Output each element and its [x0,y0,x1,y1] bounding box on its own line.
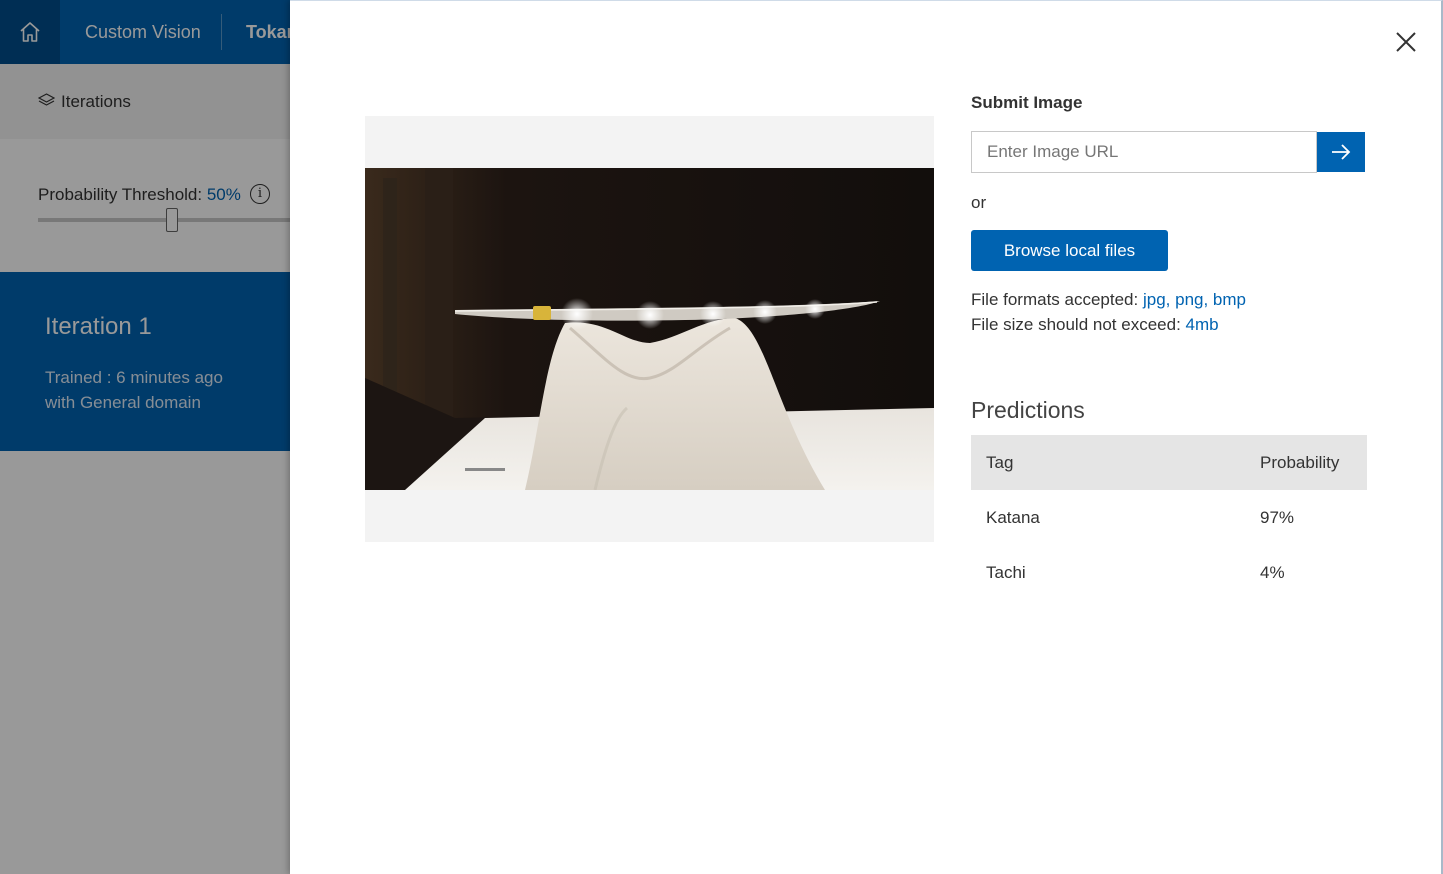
table-row: Tachi 4% [971,545,1367,600]
browse-local-files-button[interactable]: Browse local files [971,230,1168,271]
test-image-katana-photo [365,168,934,490]
prediction-tag: Tachi [986,563,1026,582]
predictions-table-header: Tag Probability [971,435,1367,490]
column-header-probability: Probability [1260,453,1340,472]
submit-image-title: Submit Image [971,93,1083,112]
file-size-label: File size should not exceed: [971,315,1181,334]
prediction-probability: 97% [1260,508,1295,527]
file-formats-value: jpg, png, bmp [1142,290,1246,309]
column-header-tag: Tag [986,453,1014,472]
file-formats-info: File formats accepted: jpg, png, bmp [971,290,1246,310]
or-separator: or [971,193,987,212]
file-formats-label: File formats accepted: [971,290,1139,309]
image-preview-frame [365,116,934,542]
image-url-input[interactable] [971,131,1317,173]
file-size-info: File size should not exceed: 4mb [971,315,1219,335]
file-size-value: 4mb [1185,315,1219,334]
submit-url-button[interactable] [1317,132,1365,172]
predictions-title: Predictions [971,397,1085,423]
arrow-right-icon [1332,144,1351,160]
predictions-table: Tag Probability Katana 97% Tachi 4% [971,435,1367,600]
table-row: Katana 97% [971,490,1367,545]
close-icon[interactable] [1395,31,1417,53]
prediction-tag: Katana [986,508,1040,527]
quick-test-dialog: Submit Image or Browse local files File … [290,0,1443,874]
prediction-probability: 4% [1260,563,1285,582]
